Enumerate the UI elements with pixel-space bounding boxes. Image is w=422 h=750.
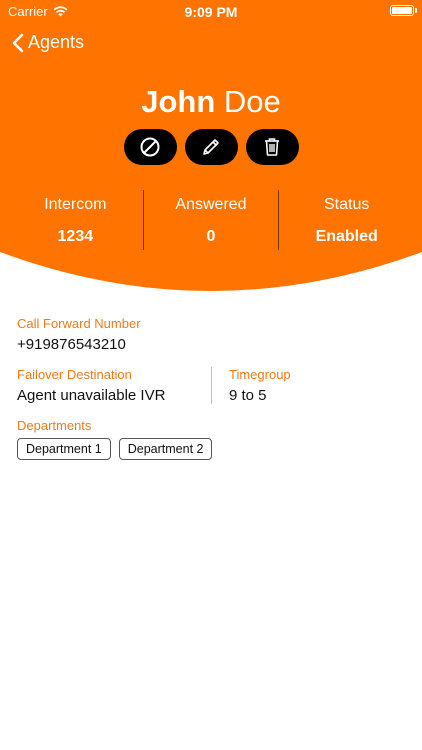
timegroup-value: 9 to 5 [229,387,267,404]
back-button[interactable]: Agents [12,32,84,53]
failover-field: Failover Destination Agent unavailable I… [17,367,212,404]
agent-last-name: Doe [223,84,281,119]
battery-icon [390,5,417,16]
timegroup-label: Timegroup [229,367,291,382]
block-button[interactable] [123,129,177,165]
stat-value: 0 [206,228,216,245]
block-icon [140,137,160,157]
agent-actions [0,129,422,165]
department-chips: Department 1 Department 2 [17,438,405,460]
stat-intercom: Intercom 1234 [8,190,144,250]
stat-value: 1234 [57,228,94,245]
agent-first-name: John [141,84,216,119]
departments-label: Departments [17,418,92,433]
stat-label: Status [324,196,370,213]
stat-label: Intercom [44,196,107,213]
failover-timegroup-row: Failover Destination Agent unavailable I… [17,367,405,404]
department-chip[interactable]: Department 1 [17,438,111,460]
call-forward-value: +919876543210 [17,336,126,353]
status-bar: Carrier 9:09 PM [0,0,422,24]
failover-value: Agent unavailable IVR [17,387,166,404]
trash-icon [265,138,279,156]
department-chip[interactable]: Department 2 [118,438,213,460]
status-time: 9:09 PM [184,4,238,20]
back-label: Agents [28,32,85,52]
agent-stats: Intercom 1234 Answered 0 Status Enabled [8,190,414,250]
edit-button[interactable] [184,129,238,165]
stat-answered: Answered 0 [144,190,280,250]
chevron-left-icon [12,33,24,52]
stat-status: Status Enabled [279,190,414,250]
delete-button[interactable] [245,129,299,165]
call-forward-field: Call Forward Number +919876543210 [17,316,405,353]
agent-details: Call Forward Number +919876543210 Failov… [17,316,405,460]
agent-detail-screen: Carrier 9:09 PM Agents John Doe Intercom… [0,0,422,750]
departments-field: Departments Department 1 Department 2 [17,418,405,460]
stat-label: Answered [175,196,247,213]
stat-value: Enabled [315,228,378,245]
call-forward-label: Call Forward Number [17,316,141,331]
failover-label: Failover Destination [17,367,132,382]
pencil-icon [203,139,219,155]
agent-name: John Doe [0,84,422,120]
timegroup-field: Timegroup 9 to 5 [212,367,291,404]
